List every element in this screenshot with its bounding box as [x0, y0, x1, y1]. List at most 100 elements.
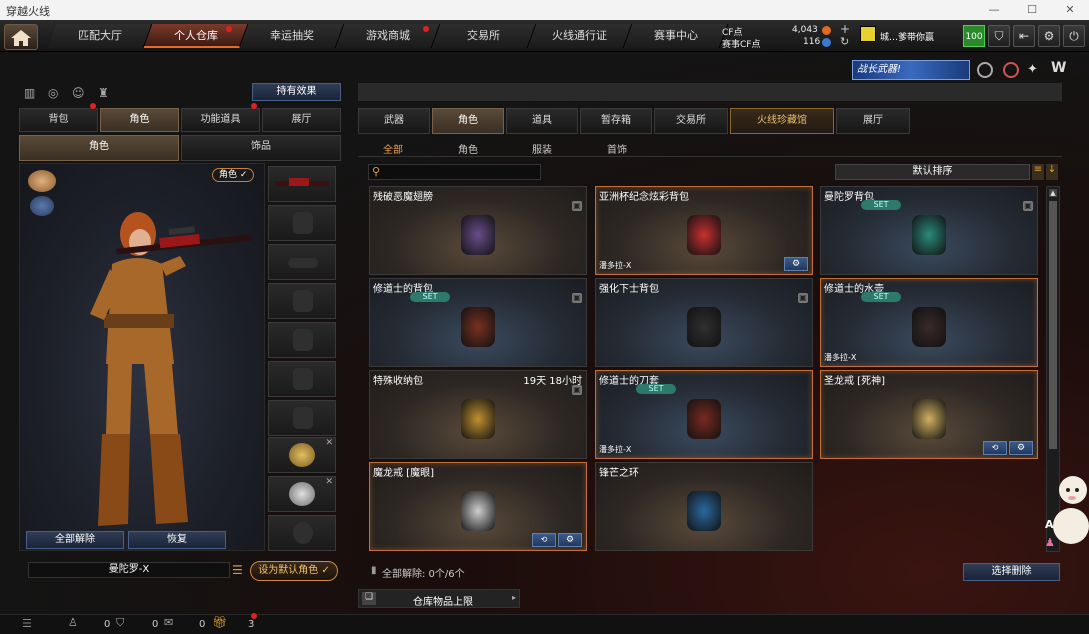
equip-slot-backpack[interactable] [268, 322, 336, 358]
right-tab[interactable]: 武器 [358, 108, 430, 134]
capacity-bar[interactable]: ❏ 仓库物品上限 ▸ [358, 589, 520, 608]
text-a-icon[interactable]: A [1045, 518, 1054, 531]
character-alt-view-icon[interactable] [30, 196, 54, 216]
nav-tab[interactable]: 交易所 [431, 24, 537, 48]
menu-icon[interactable]: ☰ [22, 617, 32, 630]
lock-icon[interactable]: ▣ [572, 201, 582, 211]
nav-tab[interactable]: 幸运抽奖 [239, 24, 345, 48]
building-icon[interactable]: ▥ [24, 86, 35, 100]
item-settings-gear-icon[interactable]: ⚙ [784, 257, 808, 271]
item-card[interactable]: 修道士的刀套 SET 潘多拉-X [595, 370, 813, 459]
role-filter-badge[interactable]: 角色 ✓ [212, 168, 255, 182]
character-preview[interactable]: 角色 ✓ [19, 163, 265, 551]
remove-icon[interactable]: ✕ [325, 438, 333, 448]
list-icon[interactable]: ☰ [232, 563, 243, 577]
gear-icon[interactable]: ⚙ [1038, 25, 1060, 47]
chat-icon[interactable]: ✉ [164, 616, 173, 629]
list-view-icon[interactable]: ≡ [1032, 164, 1044, 180]
equip-slot-pouch[interactable] [268, 361, 336, 397]
equip-slot-ring-2[interactable]: ✕ [268, 476, 336, 512]
right-tab[interactable]: 交易所 [654, 108, 728, 134]
equip-slot-vest[interactable] [268, 283, 336, 319]
item-settings-gear-icon[interactable]: ⚙ [558, 533, 582, 547]
badge-icon[interactable] [977, 62, 993, 78]
restore-button[interactable]: 恢复 [128, 531, 226, 549]
mascot-sheep[interactable]: A ♟ [1043, 470, 1089, 560]
convert-icon[interactable]: ⟲ [532, 533, 556, 547]
power-icon[interactable]: ⏻ [1063, 25, 1085, 47]
item-card[interactable]: 曼陀罗背包 SET ▣ [820, 186, 1038, 275]
subtab-accessory[interactable]: 饰品 [181, 135, 341, 161]
star-icon[interactable]: ✦ [1027, 62, 1038, 77]
lock-icon[interactable]: ▣ [798, 293, 808, 303]
left-tab[interactable]: 展厅 [262, 108, 341, 132]
right-subtab[interactable]: 首饰 [607, 141, 627, 156]
add-currency-icon[interactable]: + [840, 22, 850, 36]
right-tab[interactable]: 展厅 [836, 108, 910, 134]
shirt-icon[interactable]: ♟ [1045, 536, 1055, 549]
set-default-role-button[interactable]: 设为默认角色 ✓ [250, 561, 338, 581]
equip-slot-ring-1[interactable]: ✕ [268, 437, 336, 473]
lock-icon[interactable]: ▣ [572, 385, 582, 395]
right-tab[interactable]: 道具 [506, 108, 578, 134]
nav-tab[interactable]: 匹配大厅 [47, 24, 153, 48]
shield-icon[interactable]: ⛉ [988, 25, 1010, 47]
owned-effects-button[interactable]: 持有效果 [252, 83, 341, 101]
sort-direction-icon[interactable]: ↓ [1046, 164, 1058, 180]
item-card[interactable]: 魔龙戒 [魔眼] ⟲ ⚙ [369, 462, 587, 551]
right-tab[interactable]: 火线珍藏馆 [730, 108, 834, 134]
item-card[interactable]: 圣龙戒 [死神] ⟲ ⚙ [820, 370, 1038, 459]
right-subtab[interactable]: 服装 [532, 141, 552, 156]
weapon-banner[interactable]: 战长武器! [852, 60, 970, 80]
character-view-icon[interactable] [28, 170, 56, 192]
spin-icon[interactable]: ◎ [48, 86, 58, 100]
lock-icon[interactable]: ▣ [572, 293, 582, 303]
equip-slot-goggles[interactable] [268, 244, 336, 280]
convert-icon[interactable]: ⟲ [983, 441, 1007, 455]
item-card[interactable]: 特殊收纳包 19天 18小时 ▣ [369, 370, 587, 459]
equip-slot-weapon[interactable] [268, 166, 336, 202]
player-name[interactable]: 城…爹带你赢 [880, 30, 934, 43]
w-icon[interactable]: W [1051, 60, 1066, 76]
exit-icon[interactable]: ⇤ [1013, 25, 1035, 47]
target-icon[interactable] [1003, 62, 1019, 78]
minimize-button[interactable]: — [975, 0, 1013, 20]
subtab-role[interactable]: 角色 [19, 135, 179, 161]
nav-tab[interactable]: 个人仓库 [143, 24, 249, 48]
equip-slot-bracelet[interactable] [268, 515, 336, 551]
right-tab[interactable]: 角色 [432, 108, 504, 134]
left-tab[interactable]: 功能道具 [181, 108, 260, 132]
person-icon[interactable]: ☺ [72, 86, 85, 100]
item-card[interactable]: 修道士的背包 SET ▣ [369, 278, 587, 367]
left-tab[interactable]: 背包 [19, 108, 98, 132]
gift-icon[interactable]: 🎁︎ [212, 615, 227, 629]
nav-tab[interactable]: 火线通行证 [527, 24, 633, 48]
lock-icon[interactable]: ▣ [1023, 201, 1033, 211]
item-card[interactable]: 锋芒之环 [595, 462, 813, 551]
right-subtab[interactable]: 全部 [383, 141, 403, 156]
left-tab[interactable]: 角色 [100, 108, 179, 132]
scroll-up-icon[interactable]: ▲ [1049, 189, 1057, 197]
search-input[interactable]: ⚲ [368, 164, 541, 180]
clan-icon[interactable]: ⛉ [116, 616, 124, 630]
remove-icon[interactable]: ✕ [325, 477, 333, 487]
sort-dropdown[interactable]: 默认排序 [835, 164, 1030, 180]
item-card[interactable]: 残破恶魔翅膀 ▣ [369, 186, 587, 275]
item-card[interactable]: 强化下士背包 ▣ [595, 278, 813, 367]
unequip-all-button[interactable]: 全部解除 [26, 531, 124, 549]
nav-tab[interactable]: 赛事中心 [623, 24, 729, 48]
close-window-button[interactable]: ✕ [1051, 0, 1089, 20]
item-card[interactable]: 亚洲杯纪念炫彩背包 潘多拉-X ⚙ [595, 186, 813, 275]
right-tab[interactable]: 暂存箱 [580, 108, 652, 134]
friends-icon[interactable]: ♙ [68, 616, 78, 629]
item-card[interactable]: 修道士的水壶 SET 潘多拉-X [820, 278, 1038, 367]
maximize-button[interactable]: ☐ [1013, 0, 1051, 20]
equip-slot-gloves[interactable] [268, 400, 336, 436]
bag-icon[interactable]: ♜ [98, 86, 109, 100]
select-delete-button[interactable]: 选择删除 [963, 563, 1060, 581]
search-text[interactable] [387, 166, 537, 178]
home-button[interactable] [4, 24, 38, 50]
right-subtab[interactable]: 角色 [458, 141, 478, 156]
item-settings-gear-icon[interactable]: ⚙ [1009, 441, 1033, 455]
equip-slot-helmet[interactable] [268, 205, 336, 241]
